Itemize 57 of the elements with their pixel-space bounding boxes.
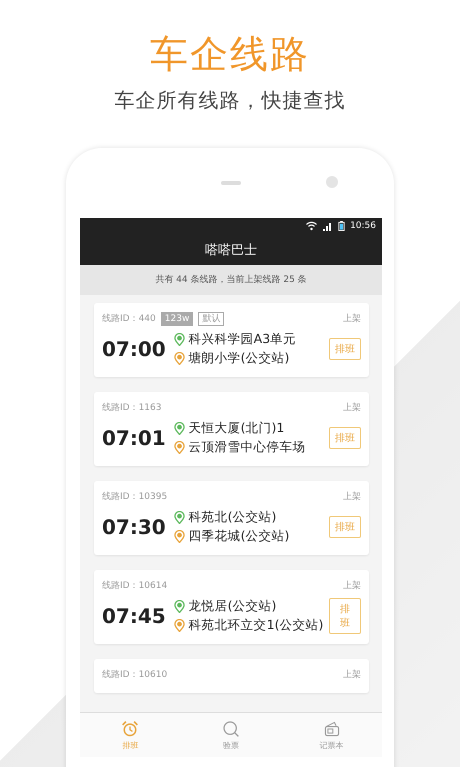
route-card[interactable]: 线路ID：1163 上架 07:01 天恒大厦(北门)1 云顶滑雪中心停车场 排班	[94, 392, 369, 466]
wallet-icon	[322, 720, 341, 738]
route-tag: 123w	[160, 312, 194, 326]
end-stop: 云顶滑雪中心停车场	[188, 438, 306, 456]
schedule-button[interactable]: 排班	[329, 338, 361, 360]
headline: 车企线路	[150, 32, 310, 76]
camera-dot	[326, 176, 338, 188]
route-card[interactable]: 线路ID：10610 上架	[94, 658, 369, 693]
route-status: 上架	[343, 580, 361, 592]
battery-icon	[338, 221, 346, 232]
end-pin-icon	[174, 530, 185, 543]
search-icon	[222, 720, 240, 738]
schedule-button[interactable]: 排班	[329, 516, 361, 538]
route-status: 上架	[343, 312, 361, 326]
route-status: 上架	[343, 668, 361, 682]
schedule-button[interactable]: 排班	[329, 598, 361, 634]
start-stop: 天恒大厦(北门)1	[188, 420, 284, 437]
start-pin-icon	[174, 332, 185, 346]
departure-time: 07:00	[102, 336, 167, 362]
summary-text: 共有 44 条线路，当前上架线路 25 条	[155, 274, 307, 286]
route-status: 上架	[343, 402, 361, 414]
end-pin-icon	[174, 440, 185, 454]
alarm-clock-icon	[121, 720, 140, 738]
route-id: 线路ID：10395	[102, 490, 168, 504]
speaker-slot	[221, 181, 241, 185]
departure-time: 07:01	[102, 424, 167, 451]
start-stop: 科兴科学园A3单元	[188, 330, 296, 348]
schedule-button[interactable]: 排班	[329, 426, 361, 449]
start-pin-icon	[174, 600, 185, 613]
tab[interactable]: 记票本	[281, 713, 382, 757]
wifi-icon	[306, 221, 318, 232]
end-stop: 塘朗小学(公交站)	[188, 350, 290, 367]
subheadline: 车企所有线路，快捷查找	[114, 88, 346, 112]
signal-icon	[322, 221, 334, 232]
end-pin-icon	[174, 352, 185, 365]
route-id: 线路ID：440	[102, 312, 156, 326]
end-stop: 四季花城(公交站)	[188, 528, 290, 545]
start-stop: 龙悦居(公交站)	[188, 598, 276, 615]
route-card[interactable]: 线路ID：10614 上架 07:45 龙悦居(公交站) 科苑北环立交1(公交站) 排班	[94, 570, 369, 644]
start-pin-icon	[174, 422, 185, 435]
route-id: 线路ID：10614	[102, 580, 168, 592]
tab[interactable]: 排班	[80, 713, 181, 757]
app-title: 嗒嗒巴士	[205, 242, 257, 259]
end-pin-icon	[174, 618, 185, 632]
route-tag: 默认	[198, 312, 224, 326]
departure-time: 07:30	[102, 514, 167, 540]
start-stop: 科苑北(公交站)	[188, 508, 276, 526]
route-id: 线路ID：1163	[102, 402, 162, 414]
route-card[interactable]: 线路ID：440 123w 默认 上架 07:00 科兴科学园A3单元 塘朗小学(公交站) 排班	[94, 302, 369, 377]
tab[interactable]: 验票	[180, 713, 282, 757]
end-stop: 科苑北环立交1(公交站)	[188, 616, 324, 634]
departure-time: 07:45	[102, 602, 167, 629]
start-pin-icon	[174, 510, 185, 524]
clock-time: 10:56	[350, 221, 376, 232]
route-status: 上架	[343, 490, 361, 504]
route-id: 线路ID：10610	[102, 668, 168, 682]
route-card[interactable]: 线路ID：10395 上架 07:30 科苑北(公交站) 四季花城(公交站) 排班	[94, 480, 369, 555]
